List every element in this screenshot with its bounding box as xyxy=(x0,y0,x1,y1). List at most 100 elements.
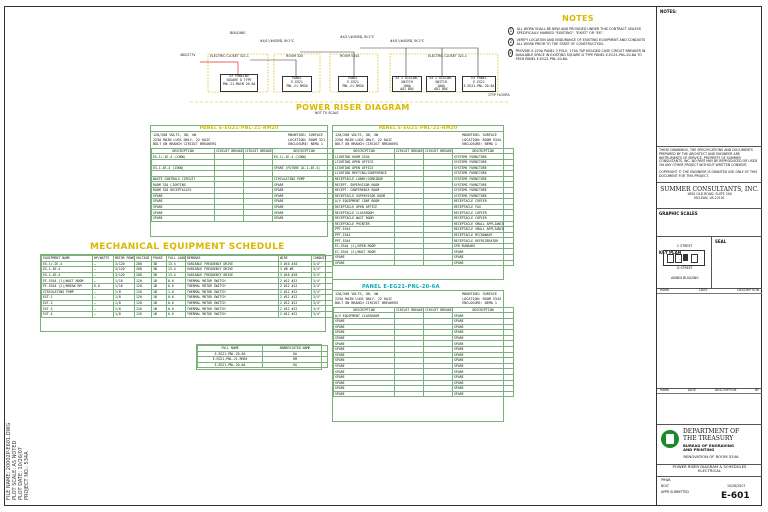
mech-schedule: EQUIPMENT NAME HP/WATTS MOTOR POWER VOLT… xyxy=(40,254,333,332)
panel-c-hdr-line: BOLT ON BRANCH CIRCUIT BREAKERS xyxy=(335,301,399,306)
tb-dept-line: THE TREASURY xyxy=(683,435,734,442)
side-file-info: FILE NAME: 20002P-E601.DWG PLOT SCALE: A… xyxy=(6,420,30,500)
riser-box-panel: PANEL E-EG21 PNL-21-RM20 xyxy=(282,76,312,92)
tb-sheet-number: E-601 xyxy=(721,491,750,501)
riser-title: POWER RISER DIAGRAM xyxy=(296,103,410,112)
panel-right-desc: SPARE xyxy=(452,259,514,267)
keyplan-building-icon xyxy=(663,250,705,266)
table-row: EXT-4—1/8 120 1Ø 0.6 THERMAL MOTOR SWITCH 2 #… xyxy=(41,310,333,318)
note-text: ALL WORK SHALL BE NEW AND PROVIDED UNDER… xyxy=(516,27,641,35)
panel-right-desc: SPARE xyxy=(452,390,514,398)
panel-c-header: 120/208 VOLTS, 3Ø, 4W 225A MAIN LUGS ONL… xyxy=(333,291,503,307)
tb-notes-label: NOTES: xyxy=(660,9,677,14)
panel-schedule-c: 120/208 VOLTS, 3Ø, 4W 225A MAIN LUGS ONL… xyxy=(332,290,514,422)
tb-rev-col: DATE xyxy=(699,288,708,292)
col-header: CIRCUIT BREAKER xyxy=(214,147,244,155)
tb-dept: DEPARTMENT OF THE TREASURY xyxy=(683,428,739,442)
table-row: E-EG21-PNL-20-6A 6A xyxy=(197,361,328,369)
col-header: FULL LOAD AMPS xyxy=(166,255,186,262)
title-block: NOTES: THESE DRAWINGS, THE SPECIFICATION… xyxy=(656,6,762,506)
table-row: SPARE SPARE xyxy=(333,259,514,267)
panel-schedule-b: PANEL E-EG21-PNL-21-RM20 120/208 VOLTS, … xyxy=(332,125,514,280)
riser-label: 480/277V xyxy=(180,53,196,57)
col-header: VOLTAGE xyxy=(134,255,152,262)
mech-cell: 120 xyxy=(134,310,152,318)
mech-cell: 2 #12 #12 xyxy=(278,310,312,318)
riser-box-line: PNL-21-RM20 xyxy=(286,83,308,88)
panel-a-hdr-line: BOLT ON BRANCH CIRCUIT BREAKERS xyxy=(153,142,217,147)
tb-rev-col: BY xyxy=(755,388,759,392)
riser-room-label: ROOM 320 xyxy=(286,54,304,58)
riser-subtitle: NOT TO SCALE xyxy=(315,111,339,115)
tb-keyplan-caption: ANNEX BUILDING xyxy=(671,276,699,280)
panel-a-hdr-line: MOUNTING: SURFACE xyxy=(288,133,323,137)
tb-seal-label: SEAL xyxy=(715,239,727,244)
riser-room-label: ROOM 5344 xyxy=(340,54,360,58)
tb-revisions-bottom: MARK DATE DESCRIPTION BY xyxy=(657,388,762,424)
tb-agency: DEPARTMENT OF THE TREASURY BUREAU OF ENG… xyxy=(657,424,762,464)
riser-box-line: ADJ BOX xyxy=(400,87,414,92)
breaker-cell xyxy=(214,214,244,222)
panel-left-desc: SPARE xyxy=(151,214,215,222)
tb-checked: APPR SUBMITTED xyxy=(661,490,689,494)
riser-closet-label: ELECTRIC CLOSET 321.1 xyxy=(428,54,467,58)
tb-copyright: COPYRIGHT © THE ENGINEER IS GRANTED USE … xyxy=(659,169,758,178)
riser-label: BUILDING xyxy=(230,31,246,35)
mech-schedule-title: MECHANICAL EQUIPMENT SCHEDULE xyxy=(90,242,285,252)
tb-keyplan: KEY PLAN SEAL C STREET D STREET ANNEX BU… xyxy=(657,236,762,289)
panel-c-hdr-line: MOUNTING: SURFACE xyxy=(462,292,497,296)
tb-rev-col: DATE xyxy=(687,388,697,392)
tb-rev-col: DESCRIPTION xyxy=(737,288,759,292)
tb-drawn: BOLT xyxy=(661,484,669,488)
col-header: CIRCUIT BREAKER xyxy=(423,147,453,155)
riser-box-panel: PANEL E-EG21 PNL-21-RM20 xyxy=(338,76,368,92)
riser-box-line: ADJ BOX xyxy=(434,87,448,92)
tb-project: RENOVATION OF ROOM 534A xyxy=(683,454,739,459)
abbr-cell: 6A xyxy=(262,361,328,369)
panel-left-desc: LIGHTING MEETING/CONFERENCE xyxy=(333,170,395,177)
abbr-cell: E-EG21-PNL-20-6A xyxy=(197,361,263,369)
panel-b-hdr-line: MOUNTING: SURFACE xyxy=(462,133,497,137)
table-row: SPARE SPARE xyxy=(333,390,514,398)
tb-sheet-info: PHWA BOLT APPR SUBMITTED 10/26/2007 E-60… xyxy=(657,476,762,506)
tb-rev-header: MARK DATE DESCRIPTION xyxy=(657,288,762,294)
breaker-cell xyxy=(423,259,453,267)
tb-rev-col: MARK xyxy=(660,288,670,292)
tb-street-top: C STREET xyxy=(677,244,693,248)
riser-label: #4/1"/#4GRD, IN 2"C xyxy=(390,39,425,43)
general-notes: NOTES 1 ALL WORK SHALL BE NEW AND PROVIDE… xyxy=(508,14,648,64)
treasury-seal-icon xyxy=(661,430,679,448)
abbreviation-table: FULL NAME ABBREVIATED NAME E-EG21-PNL-20… xyxy=(196,344,328,370)
note-item: 1 ALL WORK SHALL BE NEW AND PROVIDED UNDE… xyxy=(508,27,648,35)
panel-c-table: DESCRIPTION CIRCUIT BREAKER CIRCUIT BREA… xyxy=(333,306,514,398)
tb-discipline: ELECTRICAL xyxy=(697,467,721,473)
tb-disclaimer-text: THESE DRAWINGS, THE SPECIFICATIONS AND D… xyxy=(659,148,758,168)
riser-closet-label: ELECTRIC CLOSET 321.1 xyxy=(210,54,249,58)
panel-a-table: DESCRIPTION CIRCUIT BREAKER CIRCUIT BREA… xyxy=(151,147,336,222)
tb-revisions-top: MARK DATE DESCRIPTION xyxy=(657,288,762,388)
mech-cell: — xyxy=(92,310,114,318)
side-info-line: PROJECT NO.: 534A xyxy=(24,451,30,501)
mech-cell: 0.6 xyxy=(166,310,186,318)
note-item: 2 VERIFY LOCATION AND ENDURANCE OF EXISTI… xyxy=(508,38,648,46)
riser-label: #4/1"/#4GRD, IN 2"C xyxy=(340,35,375,39)
breaker-cell xyxy=(394,259,424,267)
notes-title: NOTES xyxy=(562,14,594,23)
tb-firm-addr: MCLEAN, VA 22101 xyxy=(694,195,725,200)
mech-cell: 1Ø xyxy=(151,310,167,318)
col-header: CIRCUIT BREAKER xyxy=(394,306,424,314)
riser-box-line: PNL-21-MAIN 20-6A xyxy=(222,81,256,86)
riser-box-line: E-EG21-PNL-20-6A xyxy=(463,83,495,88)
tb-bureau-line: AND PRINTING xyxy=(683,447,715,453)
riser-box-ex-panel: EX PANEL E-EG21 E-EG21-PNL-20-6A xyxy=(462,76,496,92)
panel-schedule-a: PANEL E-EG21-PNL-21-RM20 120/208 VOLTS, … xyxy=(150,125,336,237)
mech-cell: 3/4" xyxy=(311,310,333,318)
col-header: CIRCUIT BREAKER xyxy=(394,147,424,155)
panel-a-hdr-line: ENCLOSURE: NEMA 1 xyxy=(288,142,323,147)
panel-a-header: 120/208 VOLTS, 3Ø, 4W 225A MAIN LUGS ONL… xyxy=(151,132,327,148)
note-text: VERIFY LOCATION AND ENDURANCE OF EXISTIN… xyxy=(516,38,646,46)
panel-b-hdr-line: BOLT ON BRANCH CIRCUIT BREAKERS xyxy=(335,142,399,147)
breaker-cell xyxy=(423,390,453,398)
mech-cell: EXT-4 xyxy=(41,310,93,318)
mech-cell: 1/8 xyxy=(113,310,135,318)
